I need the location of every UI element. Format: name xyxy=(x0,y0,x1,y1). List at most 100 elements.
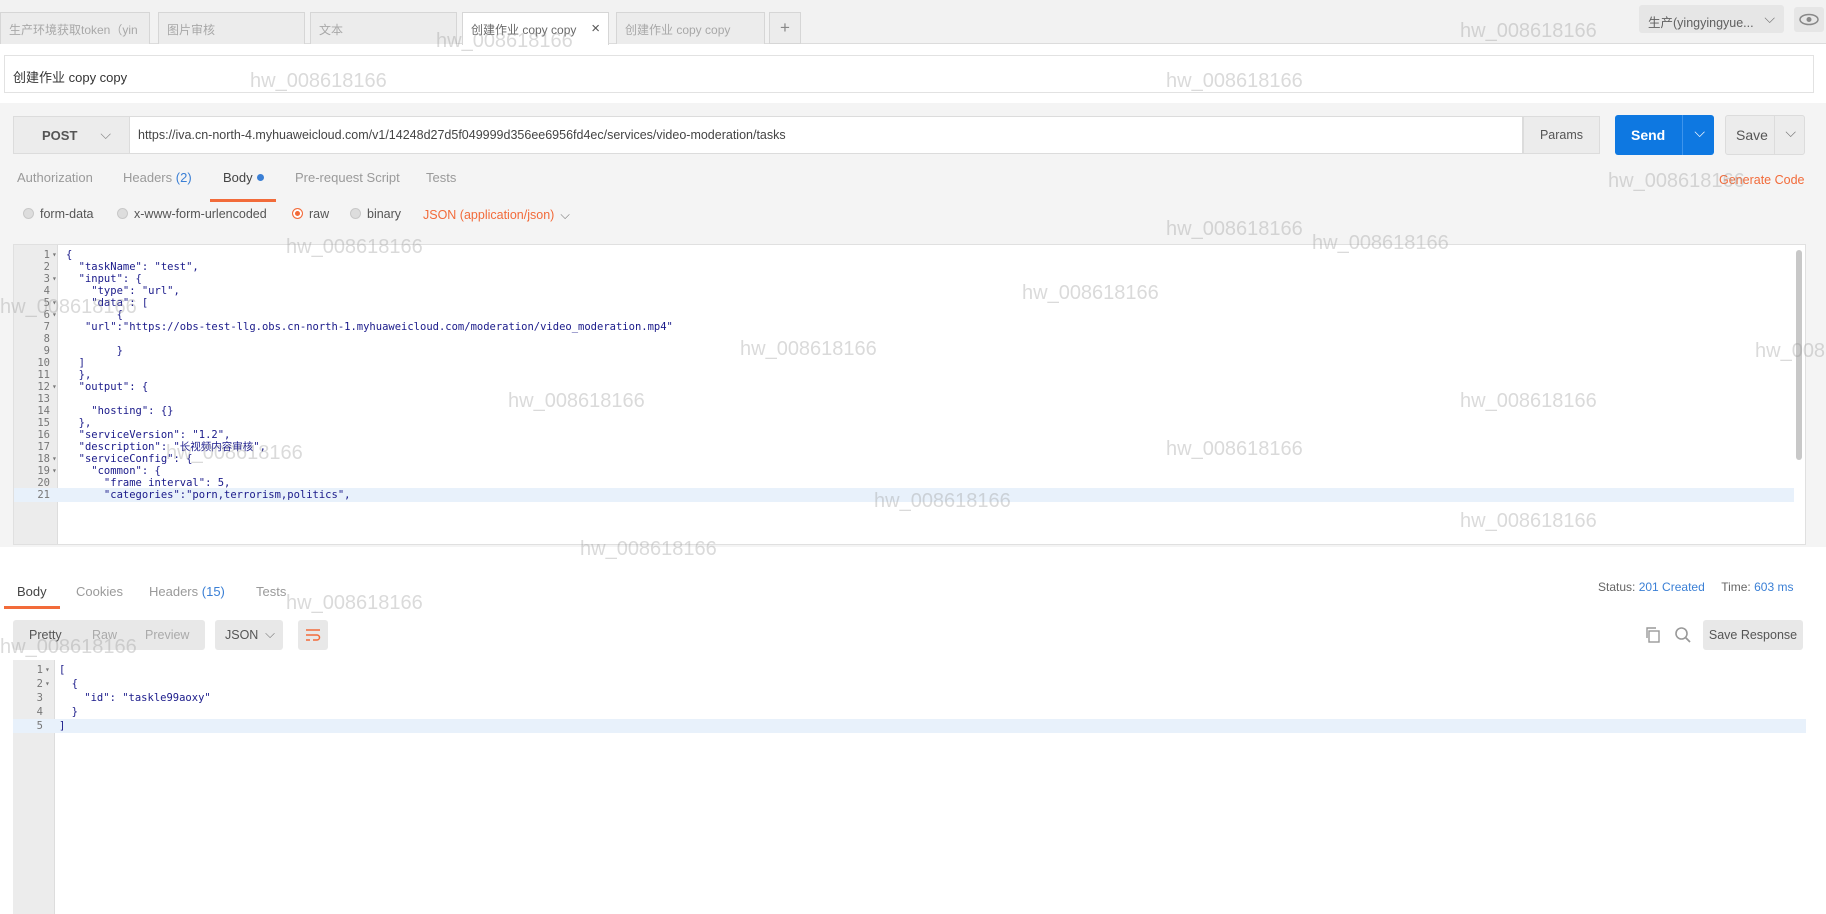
eye-icon xyxy=(1799,13,1819,26)
urlencoded-label[interactable]: x-www-form-urlencoded xyxy=(134,207,267,221)
format-label: JSON xyxy=(225,628,259,642)
params-button[interactable]: Params xyxy=(1523,116,1600,154)
code-line: 5] xyxy=(13,719,1806,733)
method-label: POST xyxy=(42,128,78,143)
request-name-text: 创建作业 copy copy xyxy=(13,70,128,85)
tab-label: 文本 xyxy=(319,23,344,37)
code-text: "categories":"porn,terrorism,politics", xyxy=(66,489,351,501)
add-tab-button[interactable]: + xyxy=(769,12,801,44)
tab-body-label: Body xyxy=(223,170,253,185)
form-data-label[interactable]: form-data xyxy=(40,207,94,221)
tab-headers-label: Headers xyxy=(123,170,173,185)
tab-prerequest-script[interactable]: Pre-request Script xyxy=(295,170,400,185)
response-headers-label: Headers xyxy=(149,584,199,599)
tab-authorization[interactable]: Authorization xyxy=(17,170,93,185)
request-tab[interactable]: 文本 xyxy=(310,12,457,44)
active-response-tab-indicator xyxy=(4,606,60,609)
response-headers-count: (15) xyxy=(201,584,225,599)
request-body-editor[interactable]: 1 ▾{2 "taskName": "test", 3 ▾ "input": {4 "… xyxy=(13,244,1806,545)
fold-arrow-icon[interactable]: ▾ xyxy=(45,677,50,691)
radio-urlencoded[interactable] xyxy=(117,208,128,219)
close-icon[interactable]: × xyxy=(591,20,600,37)
line-number: 21 xyxy=(37,489,50,501)
body-indicator-dot xyxy=(256,174,264,181)
raw-button[interactable]: Raw xyxy=(92,628,117,642)
raw-label[interactable]: raw xyxy=(309,207,329,221)
preview-button[interactable]: Preview xyxy=(145,628,189,642)
editor-scrollbar[interactable] xyxy=(1796,250,1802,460)
chevron-down-icon: ⌵ xyxy=(1764,10,1775,26)
send-label: Send xyxy=(1631,127,1666,143)
save-response-button[interactable]: Save Response xyxy=(1703,620,1803,650)
wrap-lines-button[interactable] xyxy=(298,620,328,650)
environment-quick-look-button[interactable] xyxy=(1794,7,1824,32)
content-type-label: JSON (application/json) xyxy=(423,208,555,222)
code-line: 21 "categories":"porn,terrorism,politics… xyxy=(14,488,1794,502)
status-label: Status: xyxy=(1598,580,1636,594)
view-mode-group: Pretty Raw Preview xyxy=(13,620,205,650)
tab-headers[interactable]: Headers (2) xyxy=(123,170,192,185)
tab-label: 生产环境获取token（yin xyxy=(9,23,138,37)
request-tab-active[interactable]: 创建作业 copy copy × xyxy=(462,12,609,45)
chevron-down-icon: ⌵ xyxy=(560,208,570,222)
response-tab-headers[interactable]: Headers (15) xyxy=(149,584,225,599)
request-tab[interactable]: 图片审核 xyxy=(158,12,305,44)
line-number: 3 xyxy=(36,692,43,704)
request-tabs-bar: 生产环境获取token（yin 图片审核 文本 创建作业 copy copy × … xyxy=(0,0,1826,45)
code-line: 4 } xyxy=(13,705,1806,719)
response-tabs: Body Cookies Headers (15) Tests xyxy=(0,573,1826,609)
time-value: 603 ms xyxy=(1754,580,1794,594)
method-select[interactable]: POST ⌵ xyxy=(13,116,129,154)
tab-label: 图片审核 xyxy=(167,23,216,37)
headers-count: (2) xyxy=(175,170,192,185)
fold-arrow-icon[interactable]: ▾ xyxy=(45,663,50,677)
generate-code-link[interactable]: Generate Code xyxy=(1719,173,1804,187)
chevron-down-icon: ⌵ xyxy=(100,126,111,142)
code-line: 1 ▾ [ xyxy=(13,663,1806,677)
content-type-select[interactable]: JSON (application/json) ⌵ xyxy=(423,208,570,223)
save-divider xyxy=(1774,116,1775,154)
request-tab[interactable]: 生产环境获取token（yin xyxy=(0,12,150,44)
code-text: [ xyxy=(59,664,66,676)
response-tab-cookies[interactable]: Cookies xyxy=(76,584,123,599)
request-panel: POST ⌵ https://iva.cn-north-4.myhuaweiclo… xyxy=(0,103,1826,547)
url-text: https://iva.cn-north-4.myhuaweicloud.com… xyxy=(138,128,786,142)
binary-label[interactable]: binary xyxy=(367,207,401,221)
code-line: 3 "id": "taskle99aoxy" xyxy=(13,691,1806,705)
line-number: 1 xyxy=(36,664,43,676)
url-input[interactable]: https://iva.cn-north-4.myhuaweicloud.com… xyxy=(129,116,1523,154)
response-format-select[interactable]: JSON ⌵ xyxy=(215,620,283,650)
radio-raw[interactable] xyxy=(292,208,303,219)
chevron-down-icon: ⌵ xyxy=(265,626,275,641)
code-text: ] xyxy=(59,720,66,732)
request-tab[interactable]: 创建作业 copy copy xyxy=(616,12,765,44)
response-body-viewer[interactable]: 1 ▾[2 ▾ {3 "id": "taskle99aoxy" 4 } 5] xyxy=(13,660,1806,914)
send-divider xyxy=(1682,115,1683,155)
save-button[interactable]: Save ⌵ xyxy=(1725,115,1805,155)
request-name[interactable]: 创建作业 copy copy xyxy=(4,55,1814,93)
response-status: Status: 201 Created Time: 603 ms xyxy=(1598,580,1793,594)
code-text: { xyxy=(59,678,78,690)
search-icon[interactable] xyxy=(1674,626,1692,644)
pretty-button[interactable]: Pretty xyxy=(29,628,62,642)
line-number: 4 xyxy=(36,706,43,718)
active-tab-indicator xyxy=(210,199,276,202)
environment-select[interactable]: 生产(yingyingyue... ⌵ xyxy=(1639,5,1784,33)
radio-binary[interactable] xyxy=(350,208,361,219)
tab-body[interactable]: Body xyxy=(223,170,264,185)
tab-tests[interactable]: Tests xyxy=(426,170,456,185)
line-number: 2 xyxy=(36,678,43,690)
code-text: } xyxy=(59,706,78,718)
tab-label: 创建作业 copy copy xyxy=(625,23,731,37)
response-tab-body[interactable]: Body xyxy=(17,584,47,599)
code-line: 2 ▾ { xyxy=(13,677,1806,691)
chevron-down-icon[interactable]: ⌵ xyxy=(1785,124,1796,141)
status-value: 201 Created xyxy=(1638,580,1705,594)
copy-icon[interactable] xyxy=(1644,626,1662,644)
send-button[interactable]: Send ⌵ xyxy=(1615,115,1714,155)
save-label: Save xyxy=(1736,127,1768,143)
response-tab-tests[interactable]: Tests xyxy=(256,584,286,599)
code-text: "id": "taskle99aoxy" xyxy=(59,692,211,704)
radio-form-data[interactable] xyxy=(23,208,34,219)
chevron-down-icon[interactable]: ⌵ xyxy=(1694,124,1705,141)
